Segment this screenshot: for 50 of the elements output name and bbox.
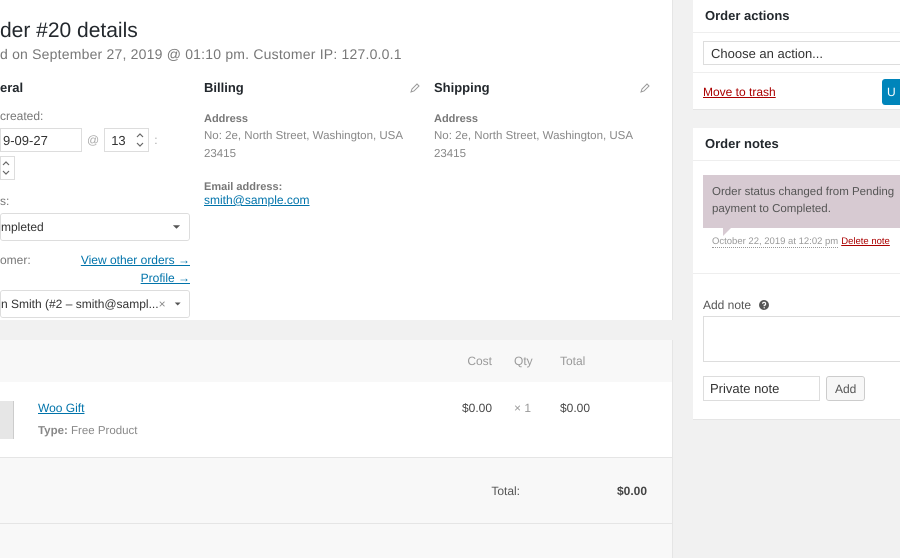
trash-link[interactable]: Move to trash [703, 85, 776, 99]
product-link[interactable]: Woo Gift [38, 401, 84, 415]
section-heading: Shipping [434, 80, 490, 95]
total-label: Total: [490, 484, 520, 498]
column-header: Cost [466, 354, 492, 368]
section-heading: Billing [204, 80, 244, 95]
field-label: Address [434, 113, 480, 125]
address-text: No: 2e, North Street, Washington, USA 23415 [204, 129, 404, 162]
note-date: October 22, 2019 at 12:02 pm [712, 236, 838, 248]
column-header: Total [559, 354, 586, 368]
email-link[interactable]: smith@sample.com [204, 193, 310, 207]
product-type: Type: Free Product [38, 425, 138, 437]
at-sign: @ [87, 133, 100, 147]
field-label: Address [204, 113, 250, 125]
field-label: created: [0, 109, 44, 123]
add-note-button[interactable]: Add [826, 376, 866, 401]
table-cell-text: × 1 [513, 401, 532, 415]
table-cell-text: $0.00 [460, 401, 492, 415]
address-text: No: 2e, North Street, Washington, USA 23415 [434, 129, 634, 162]
box-title: Order actions [693, 0, 900, 33]
update-button[interactable]: U [882, 79, 900, 105]
bubble-tail [723, 228, 731, 236]
pencil-icon[interactable] [640, 82, 650, 92]
page-title: der #20 details [0, 18, 139, 44]
minute-spinner[interactable] [0, 156, 15, 180]
customer-link[interactable]: View other orders → [80, 253, 190, 267]
field-label: Email address: [204, 181, 284, 193]
delete-note-link[interactable]: Delete note [841, 236, 890, 247]
order-subtitle: d on September 27, 2019 @ 01:10 pm. Customer IP: 127.0.0.1 [0, 46, 403, 62]
field-label: omer: [0, 253, 31, 269]
box-title: Order notes [693, 128, 900, 161]
caret-icon [172, 224, 181, 230]
total-value: $0.00 [616, 484, 647, 498]
pencil-icon[interactable] [410, 82, 420, 92]
note-bubble: Order status changed from Pending payment to Completed. [703, 175, 900, 228]
date-field[interactable]: 9-09-27 [0, 128, 82, 152]
section-heading: eral [0, 80, 24, 95]
colon-separator: : [154, 133, 158, 147]
field-label: Add note [703, 298, 752, 312]
hour-field[interactable]: 13 [104, 128, 150, 152]
customer-select[interactable]: n Smith (#2 – smith@sampl...× [0, 290, 190, 318]
column-header: Qty [513, 354, 534, 368]
caret-icon [174, 301, 181, 307]
table-cell-text: $0.00 [559, 401, 592, 415]
field-label: s: [0, 194, 10, 208]
status-select[interactable]: mpleted [0, 213, 190, 241]
note-type-select[interactable]: Private note [703, 376, 820, 401]
help-icon[interactable] [759, 300, 770, 310]
action-select[interactable]: Choose an action... [703, 41, 900, 65]
customer-link[interactable]: Profile → [140, 271, 190, 285]
